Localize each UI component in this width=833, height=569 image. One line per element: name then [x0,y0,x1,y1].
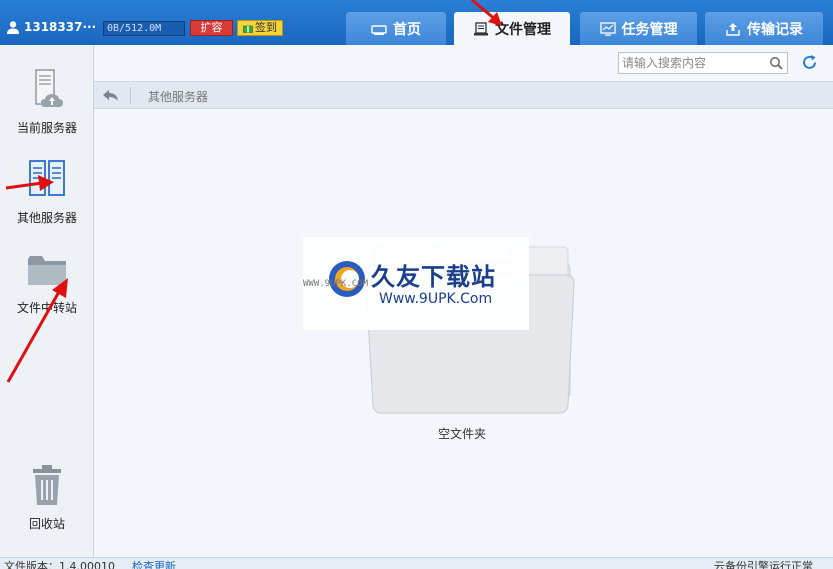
breadcrumb: 其他服务器 [94,81,833,109]
empty-folder-label: 空文件夹 [437,427,486,441]
sign-in-label: 签到 [255,21,277,34]
sidebar-item-other-servers[interactable]: 其他服务器 [0,157,94,226]
sign-in-button[interactable]: 签到 [237,20,283,36]
search-box [618,52,788,74]
trash-icon [33,465,61,505]
monitor-icon [371,24,387,35]
sidebar-item-recycle-bin[interactable]: 回收站 [0,463,94,532]
refresh-icon[interactable] [801,54,818,71]
sidebar-item-label: 文件中转站 [16,301,77,315]
tab-transfer-record-label: 传输记录 [747,21,803,38]
check-update-link[interactable]: 检查更新 [132,560,176,569]
watermark-url: Www.9UPK.Com [379,291,493,307]
tab-transfer-record[interactable]: 传输记录 [705,12,823,45]
folder-icon [28,256,66,285]
breadcrumb-current[interactable]: 其他服务器 [148,88,208,105]
quota-display: 0B/512.0M [103,21,185,36]
watermark-overlay: WWW.9UPK.COM 久友下载站 Www.9UPK.Com [303,237,529,330]
sidebar-item-current-server[interactable]: 当前服务器 [0,67,94,136]
username: 1318337··· [24,20,97,34]
servers-icon [29,160,65,196]
upload-icon [726,22,740,36]
tab-home[interactable]: 首页 [346,12,446,45]
watermark-side-url: WWW.9UPK.COM [303,279,369,289]
tab-file-management-label: 文件管理 [495,21,551,38]
user-icon [7,21,19,34]
gift-icon [243,25,253,33]
status-version: 文件版本：1.4.00010 [4,560,115,569]
breadcrumb-divider [130,87,131,104]
task-icon [599,21,616,36]
user-info[interactable]: 1318337··· [6,19,96,35]
sidebar-item-label: 其他服务器 [16,211,77,225]
tab-home-label: 首页 [393,21,421,38]
search-input[interactable] [619,53,765,73]
sidebar-item-label: 回收站 [28,517,65,531]
top-bar: 1318337··· 0B/512.0M 扩容 签到 首页 文件管理 任务管理 … [0,0,833,45]
tab-task-management[interactable]: 任务管理 [580,12,697,45]
tab-task-management-label: 任务管理 [621,21,678,38]
engine-status: 云备份引擎运行正常 [714,560,813,569]
watermark-title: 久友下载站 [371,263,496,291]
back-icon[interactable] [102,88,120,103]
sidebar-item-file-transfer-station[interactable]: 文件中转站 [0,247,94,316]
status-bar: 文件版本：1.4.00010 检查更新 云备份引擎运行正常 [0,557,833,569]
sidebar: 当前服务器 其他服务器 文件中转站 回收站 [0,45,94,557]
search-icon[interactable] [769,56,783,70]
cloud-server-icon [35,69,63,107]
expand-button[interactable]: 扩容 [190,20,233,36]
file-manage-icon [474,21,488,35]
sidebar-item-label: 当前服务器 [16,121,77,135]
main-panel: 其他服务器 空文件夹 WWW.9UPK.COM 久友下载站 Www.9UPK.C… [94,45,833,557]
tab-file-management[interactable]: 文件管理 [454,12,570,45]
